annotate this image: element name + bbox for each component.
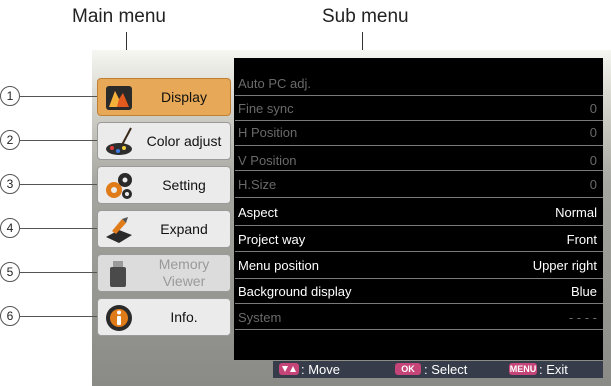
row-value: - - - - [568,309,597,325]
callout-5-line [20,272,98,273]
row-divider [235,225,603,226]
callout-3: 3 [0,174,20,194]
callout-4-line [20,228,98,229]
menu-item-expand[interactable]: Expand [97,210,231,248]
memory-viewer-icon [110,261,126,287]
menu-item-display[interactable]: Display [97,78,231,116]
row-label: H.Size [238,176,277,192]
submenu-row-h-position[interactable]: H Position 0 [235,121,603,143]
memory-label-line2: Viewer [162,273,206,289]
row-divider [235,197,603,198]
row-value: Blue [570,283,597,299]
setting-icon [106,173,132,199]
row-divider [235,145,603,146]
callout-3-line [20,184,98,185]
main-menu-pointer [126,32,127,52]
ok-key-icon: OK [395,363,421,375]
submenu-row-menu-position[interactable]: Menu position Upper right [235,254,603,276]
row-value: Upper right [532,257,597,273]
info-icon [106,305,132,331]
menu-item-memory-viewer[interactable]: Memory Viewer [97,254,231,292]
select-label: : Select [424,362,468,377]
submenu-row-background-display[interactable]: Background display Blue [235,280,603,302]
menu-item-label: Info. [170,308,198,325]
row-divider [235,95,603,96]
row-value: 0 [589,124,597,140]
row-divider [235,329,603,330]
submenu-row-auto-pc-adj[interactable]: Auto PC adj. [235,72,603,94]
row-label: Background display [238,283,352,299]
exit-label: : Exit [539,362,568,377]
row-value: Normal [555,204,597,220]
menu-item-label: Expand [160,220,208,237]
callout-1-line [20,96,98,97]
menu-item-info[interactable]: Info. [97,298,231,336]
menu-item-color-adjust[interactable]: Color adjust [97,122,231,160]
submenu-row-aspect[interactable]: Aspect Normal [235,201,603,223]
menu-item-label: Setting [162,176,206,193]
submenu-row-project-way[interactable]: Project way Front [235,228,603,250]
row-label: Aspect [238,204,278,220]
row-value: 0 [589,176,597,192]
row-label: Auto PC adj. [238,75,311,91]
display-icon [106,86,132,110]
menu-key-icon: MENU [509,363,537,375]
menu-item-label: Memory Viewer [138,255,230,291]
row-divider [235,170,603,171]
row-label: Menu position [238,257,319,273]
row-value: Front [566,231,597,247]
status-bar: : Move OK : Select MENU : Exit [273,361,603,378]
row-value: 0 [589,100,597,116]
sub-menu-pointer [362,32,363,52]
submenu-row-fine-sync[interactable]: Fine sync 0 [235,97,603,119]
menu-item-label: Display [161,88,207,105]
row-label: Project way [238,231,306,247]
callout-5: 5 [0,262,20,282]
memory-label-line1: Memory [158,256,210,272]
move-label: : Move [301,362,341,377]
arrow-keys-icon [279,363,299,375]
submenu-row-h-size[interactable]: H.Size 0 [235,173,603,195]
callout-2: 2 [0,130,20,150]
expand-icon [106,217,132,243]
row-label: H Position [238,124,298,140]
callout-1: 1 [0,86,20,106]
row-label: Fine sync [238,100,294,116]
row-value: 0 [589,152,597,168]
menu-item-setting[interactable]: Setting [97,166,231,204]
menu-item-label: Color adjust [146,132,222,149]
row-label: V Position [238,152,297,168]
submenu-row-system[interactable]: System - - - - [235,306,603,328]
row-label: System [238,309,282,325]
callout-2-line [20,140,98,141]
row-divider [235,303,603,304]
callout-6: 6 [0,306,20,326]
row-divider [235,251,603,252]
main-menu-caption: Main menu [72,6,166,27]
callout-4: 4 [0,218,20,238]
color-adjust-icon [106,127,132,155]
sub-menu-caption: Sub menu [322,6,409,27]
row-divider [235,278,603,279]
callout-6-line [20,316,98,317]
submenu-row-v-position[interactable]: V Position 0 [235,149,603,171]
